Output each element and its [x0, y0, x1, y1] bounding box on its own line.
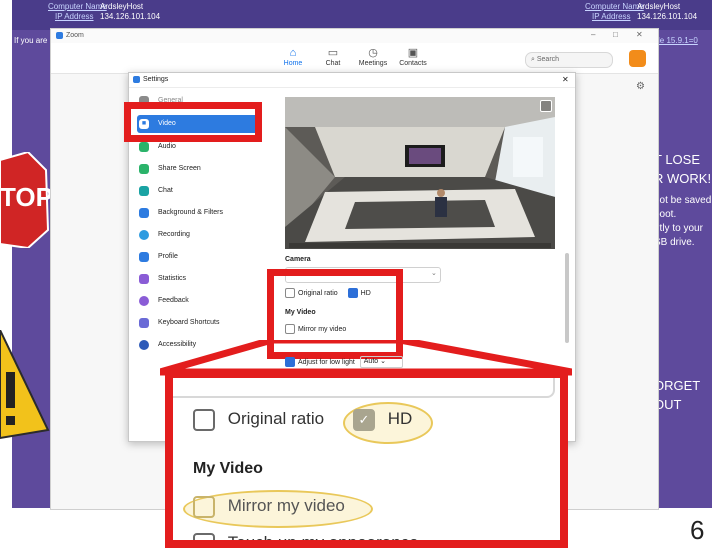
- sidebar-item-recording[interactable]: Recording: [137, 226, 259, 244]
- callout-hd[interactable]: ✓ HD: [353, 409, 412, 431]
- callout-select-edge: [173, 378, 555, 398]
- ip-value-left: 134.126.101.104: [100, 12, 161, 21]
- clock-icon: ◷: [368, 47, 378, 59]
- close-window-icon[interactable]: ✕: [636, 30, 643, 39]
- nav-home[interactable]: ⌂ Home: [273, 47, 313, 67]
- original-ratio-checkbox[interactable]: [285, 288, 295, 298]
- settings-title-bar: Settings ✕: [129, 73, 575, 88]
- callout-original-ratio-checkbox[interactable]: [193, 409, 215, 431]
- share-screen-icon: [139, 164, 149, 174]
- computer-name-link-left[interactable]: Computer Name: [48, 2, 107, 11]
- right-clipped-text: le 15.9.1=0: [658, 36, 698, 45]
- home-icon: ⌂: [289, 47, 297, 59]
- keyboard-icon: [139, 318, 149, 328]
- sidebar-item-statistics[interactable]: Statistics: [137, 270, 259, 288]
- right-reminder-text: ORGET OUT: [654, 378, 701, 412]
- sidebar-item-share-screen[interactable]: Share Screen: [137, 160, 259, 178]
- conference-room-image: [285, 97, 555, 249]
- hd-checkbox[interactable]: [347, 288, 358, 298]
- page-number: 6: [690, 515, 705, 545]
- host-value-left: ArdsleyHost: [100, 2, 144, 11]
- settings-logo-icon: [133, 76, 140, 83]
- sidebar-item-feedback[interactable]: Feedback: [137, 292, 259, 310]
- avatar[interactable]: [629, 50, 646, 67]
- search-icon: ⌕: [531, 56, 535, 63]
- callout-hd-checkbox[interactable]: ✓: [353, 409, 375, 431]
- statistics-icon: [139, 274, 149, 284]
- recording-icon: [139, 230, 149, 240]
- camera-label: Camera: [285, 256, 311, 263]
- ip-address-label-left: IP Address: [55, 12, 94, 21]
- my-video-heading: My Video: [285, 309, 316, 316]
- callout-touch-up-checkbox[interactable]: [193, 533, 215, 540]
- rotate-camera-icon[interactable]: [540, 100, 552, 112]
- highlight-box-video: [124, 102, 262, 142]
- sidebar-item-background-filters[interactable]: Background & Filters: [137, 204, 259, 222]
- zoom-title-bar: Zoom – □ ✕: [51, 29, 658, 44]
- headphones-icon: [139, 142, 149, 152]
- warning-sign-icon: [0, 330, 50, 440]
- background-icon: [139, 208, 149, 218]
- nav-contacts[interactable]: ▣ Contacts: [393, 47, 433, 67]
- mirror-option[interactable]: Mirror my video: [285, 324, 346, 334]
- scrollbar[interactable]: [565, 253, 569, 343]
- settings-close-icon[interactable]: ✕: [562, 73, 569, 87]
- original-ratio-option[interactable]: Original ratio HD: [285, 288, 371, 298]
- minimize-icon[interactable]: –: [591, 30, 595, 39]
- ip-address-label-right: IP Address: [592, 12, 631, 21]
- profile-icon: [139, 252, 149, 262]
- ip-value-right: 134.126.101.104: [637, 12, 698, 21]
- nav-chat[interactable]: ▭ Chat: [313, 47, 353, 67]
- host-value-right: ArdsleyHost: [637, 2, 681, 11]
- chat-icon: ▭: [327, 47, 339, 59]
- settings-title: Settings: [143, 76, 169, 83]
- search-placeholder: Search: [536, 56, 560, 63]
- zoom-logo-icon: [56, 32, 63, 39]
- callout-mirror[interactable]: Mirror my video: [193, 496, 345, 518]
- callout-original-ratio[interactable]: Original ratio: [193, 409, 324, 431]
- zoom-title: Zoom: [66, 32, 84, 39]
- chat-icon: [139, 186, 149, 196]
- sidebar-item-keyboard-shortcuts[interactable]: Keyboard Shortcuts: [137, 314, 259, 332]
- maximize-icon[interactable]: □: [613, 30, 618, 39]
- zoom-top-nav: ⌂ Home ▭ Chat ◷ Meetings ▣ Contacts ⌕ Search: [51, 43, 658, 74]
- gear-icon[interactable]: ⚙: [636, 81, 645, 92]
- sidebar-item-profile[interactable]: Profile: [137, 248, 259, 266]
- mirror-checkbox[interactable]: [285, 324, 295, 334]
- stop-sign-text: TOP: [0, 182, 53, 212]
- chevron-down-icon: ⌄: [431, 270, 437, 277]
- zoomed-callout: Original ratio ✓ HD My Video Mirror my v…: [165, 370, 568, 548]
- nav-meetings[interactable]: ◷ Meetings: [353, 47, 393, 67]
- computer-name-link-right[interactable]: Computer Name: [585, 2, 644, 11]
- search-box[interactable]: ⌕ Search: [525, 52, 613, 68]
- contacts-icon: ▣: [407, 47, 419, 59]
- callout-mirror-checkbox[interactable]: [193, 496, 215, 518]
- video-preview: [285, 97, 555, 249]
- feedback-icon: [139, 296, 149, 306]
- callout-touch-up[interactable]: Touch up my appearance: [193, 533, 419, 540]
- accessibility-icon: [139, 340, 149, 350]
- callout-my-video: My Video: [193, 460, 263, 477]
- right-warning-text: T LOSE R WORK! not be saved boot. ntly t…: [654, 152, 712, 248]
- sidebar-item-chat[interactable]: Chat: [137, 182, 259, 200]
